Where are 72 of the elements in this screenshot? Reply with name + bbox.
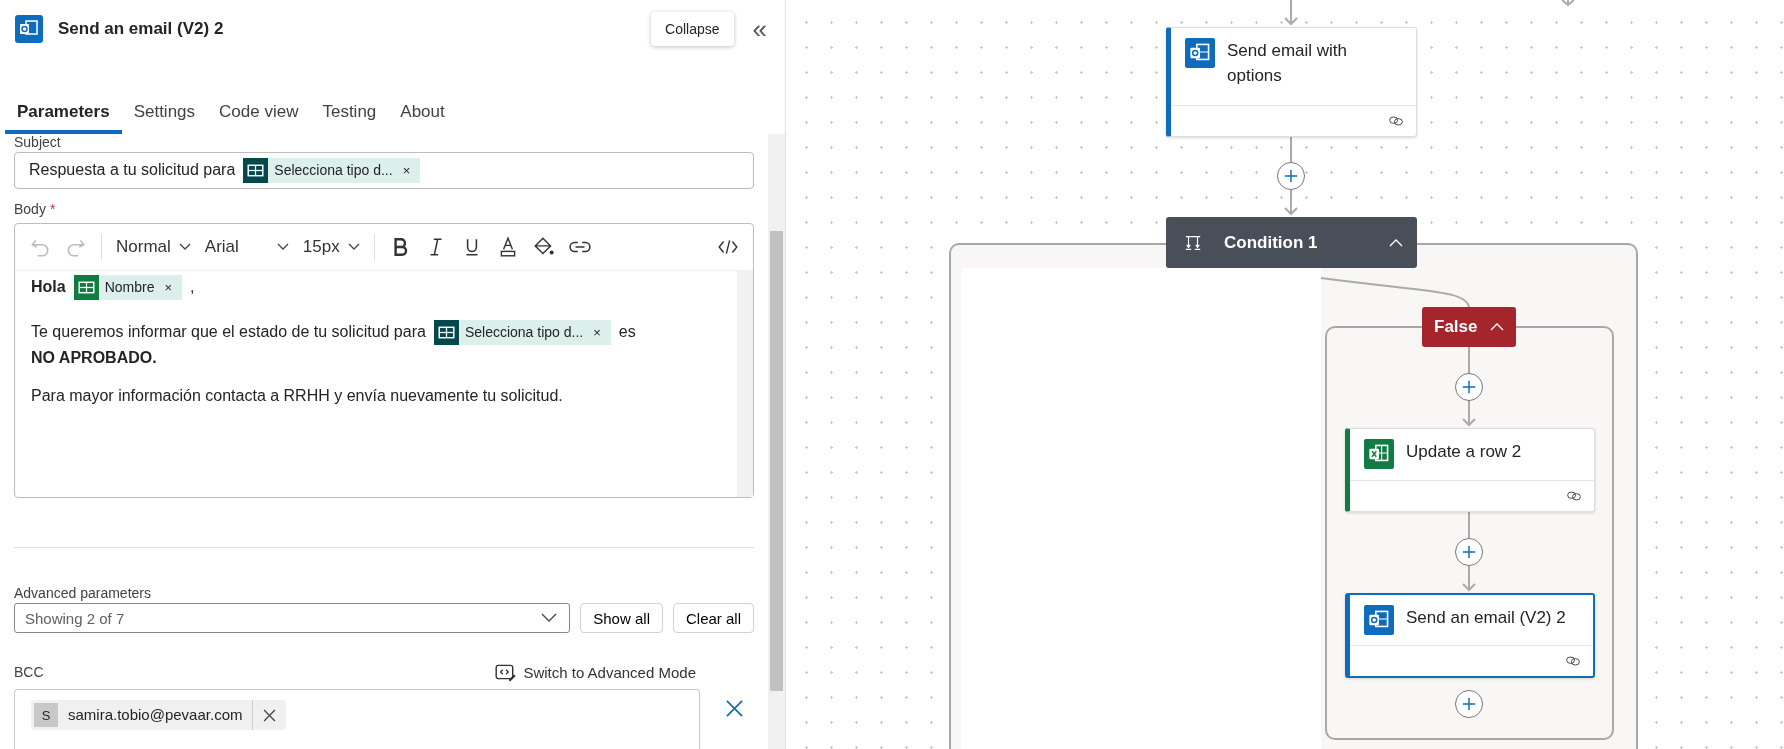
tab[interactable]: About [388, 98, 457, 134]
branch-header[interactable]: False [1422, 307, 1516, 347]
caret-icon [276, 243, 289, 251]
tab[interactable]: Code view [207, 98, 311, 134]
field-label: Body [14, 201, 46, 217]
collapse-caret-icon[interactable] [1389, 238, 1403, 247]
spreadsheet-icon [1364, 439, 1394, 469]
collapse-button[interactable]: « [748, 13, 771, 45]
body-text: Hola [31, 278, 66, 297]
subject-text: Respuesta a tu solicitud para [29, 161, 236, 180]
body-text: Para mayor información contacta a RRHH y envía nuevamente tu solicitud. [31, 387, 563, 405]
scrollbar[interactable] [737, 271, 753, 498]
plus-icon [1460, 543, 1478, 561]
caret-icon [347, 243, 360, 251]
subject-field[interactable]: Respuesta a tu solicitud para Selecciona tipo d... × [14, 152, 754, 189]
body-text: , [190, 278, 195, 297]
plus-icon [1460, 695, 1478, 713]
style-dropdown[interactable]: Normal [116, 237, 191, 257]
body-text: NO APROBADO. [31, 349, 157, 367]
collapse-caret-icon[interactable] [1490, 323, 1504, 331]
field-label: Advanced parameters [14, 585, 152, 601]
parameters-dropdown[interactable]: Showing 2 of 7 [14, 603, 571, 633]
close-icon[interactable] [725, 699, 744, 718]
link-icon [1388, 115, 1404, 127]
action-title: Send an email (V2) 2 [1406, 607, 1566, 629]
tab[interactable]: Testing [310, 98, 389, 134]
required-mark: * [49, 201, 56, 217]
link-icon [1565, 655, 1581, 667]
bcc-field[interactable]: S samira.tobio@pevaar.com [14, 689, 700, 749]
mail-icon [15, 15, 43, 43]
token-icon [73, 275, 99, 300]
dynamic-token[interactable]: Selecciona tipo d... × [433, 320, 611, 345]
add-step-button[interactable] [1277, 162, 1305, 190]
caret-icon [178, 243, 191, 251]
dynamic-token[interactable]: Nombre × [73, 275, 183, 300]
body-text: es [618, 323, 636, 342]
action-card[interactable]: Send an email (V2) 2 [1345, 593, 1595, 678]
scrollbar[interactable] [770, 231, 783, 691]
tab[interactable]: Settings [121, 98, 208, 134]
font-dropdown[interactable]: Arial [204, 237, 289, 257]
field-label: BCC [14, 664, 44, 680]
action-title: Update a row 2 [1406, 441, 1522, 463]
size-dropdown[interactable]: 15px [302, 237, 360, 257]
condition-icon [1184, 233, 1202, 252]
link-icon [1566, 490, 1582, 502]
plus-icon [1460, 378, 1478, 396]
condition-header[interactable]: Condition 1 [1166, 217, 1417, 268]
rich-text-editor[interactable]: Normal Arial 15px Hola Nombre × , Te queremos informar que el estado de tu solicitud para Selecciona tipo d... × es NO APROBADO. Para mayor información contacta a RRHH y envía nuevamente tu solicitud. [14, 223, 754, 499]
action-button[interactable]: Clear all [672, 603, 754, 633]
recipient-chip[interactable]: S samira.tobio@pevaar.com [31, 700, 287, 730]
switch-mode-link[interactable]: Switch to Advanced Mode [494, 661, 696, 683]
collapse-tooltip: Collapse [651, 12, 734, 46]
token-icon [433, 320, 459, 345]
token-icon [243, 158, 269, 183]
field-label: Subject [14, 134, 62, 150]
mail-icon [1364, 605, 1394, 635]
tab[interactable]: Parameters [5, 98, 122, 134]
branch-title: False [1434, 317, 1478, 337]
action-button[interactable]: Show all [580, 603, 663, 633]
caret-icon [541, 613, 558, 623]
mail-icon [1185, 38, 1215, 68]
action-card[interactable]: Update a row 2 [1345, 428, 1595, 512]
remove-icon[interactable] [263, 708, 277, 722]
dynamic-token[interactable]: Selecciona tipo d... × [243, 158, 421, 183]
connector-arrow [1561, 0, 1575, 7]
action-card[interactable]: Send email with options [1166, 27, 1417, 137]
body-text: Te queremos informar que el estado de tu solicitud para [31, 323, 426, 342]
condition-title: Condition 1 [1224, 232, 1319, 253]
action-title: Send email with options [1227, 40, 1348, 87]
plus-icon [1282, 167, 1300, 185]
panel-title: Send an email (V2) 2 [58, 19, 224, 39]
connector-arrow [1284, 0, 1298, 26]
